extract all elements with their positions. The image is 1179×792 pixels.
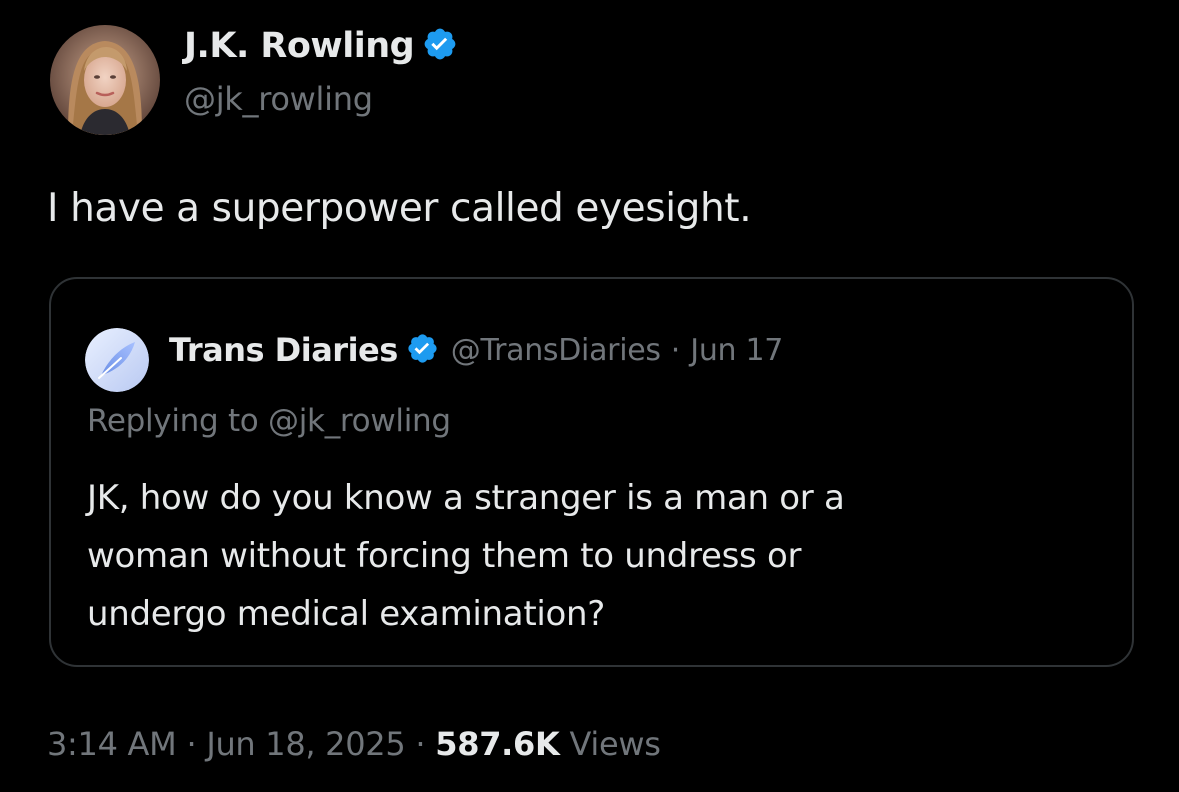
views-label: Views — [569, 725, 661, 763]
author-avatar[interactable] — [50, 25, 160, 135]
quoted-author-handle[interactable]: @TransDiaries — [451, 333, 661, 368]
tweet-text: I have a superpower called eyesight. — [47, 186, 752, 231]
quoted-text-line: JK, how do you know a stranger is a man … — [87, 478, 845, 518]
author-name[interactable]: J.K. Rowling — [184, 26, 415, 66]
verified-badge-icon[interactable] — [406, 332, 439, 369]
author-handle[interactable]: @jk_rowling — [184, 80, 373, 118]
replying-prefix: Replying to — [87, 403, 269, 439]
quoted-tweet-text: JK, how do you know a stranger is a man … — [87, 469, 1087, 643]
feather-logo-icon — [85, 328, 149, 392]
separator-dot: · — [670, 332, 681, 368]
tweet-meta: 3:14 AM · Jun 18, 2025 · 587.6K Views — [47, 725, 661, 763]
tweet-time[interactable]: 3:14 AM — [47, 725, 177, 763]
quoted-author-name[interactable]: Trans Diaries — [169, 331, 398, 369]
author-name-row[interactable]: J.K. Rowling — [184, 21, 458, 71]
views-count[interactable]: 587.6K — [435, 725, 560, 763]
quoted-header: Trans Diaries @TransDiaries · Jun 17 — [169, 325, 783, 375]
replying-to-line: Replying to @jk_rowling — [87, 403, 451, 439]
separator-dot: · — [186, 725, 197, 763]
replying-mention-link[interactable]: @jk_rowling — [268, 403, 451, 439]
quoted-text-line: undergo medical examination? — [87, 594, 606, 634]
verified-badge-icon[interactable] — [422, 26, 458, 66]
tweet-date[interactable]: Jun 18, 2025 — [206, 725, 405, 763]
quoted-tweet-card[interactable]: Trans Diaries @TransDiaries · Jun 17 Rep… — [49, 277, 1134, 667]
profile-photo — [50, 25, 160, 135]
quoted-date[interactable]: Jun 17 — [690, 333, 783, 368]
quoted-author-avatar[interactable] — [85, 328, 149, 392]
quoted-text-line: woman without forcing them to undress or — [87, 536, 802, 576]
separator-dot: · — [415, 725, 426, 763]
